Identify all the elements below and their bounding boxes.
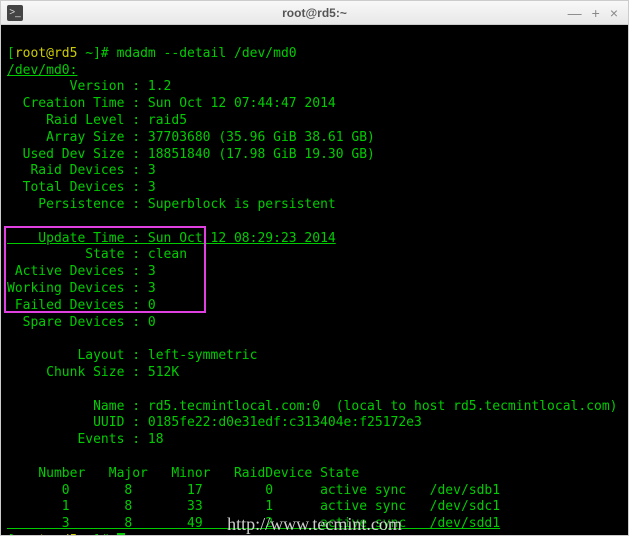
terminal-window: >_ root@rd5:~ — + × [root@rd5 ~]# mdadm … [0, 0, 629, 536]
cursor [117, 533, 125, 535]
table-row: 3 8 49 2 active sync /dev/sdd1 [7, 516, 500, 531]
row-rdev: Raid Devices : 3 [7, 163, 156, 178]
window-controls: — + × [568, 6, 628, 20]
row-fdev: Failed Devices : 0 [7, 298, 156, 313]
row-layout: Layout : left-symmetric [7, 348, 257, 363]
row-version: Version : 1.2 [7, 79, 171, 94]
row-events: Events : 18 [7, 432, 164, 447]
titlebar[interactable]: >_ root@rd5:~ — + × [1, 1, 628, 25]
row-chunk: Chunk Size : 512K [7, 365, 179, 380]
row-ctime: Creation Time : Sun Oct 12 07:44:47 2014 [7, 96, 336, 111]
device-header: /dev/md0: [7, 63, 77, 78]
row-asize: Array Size : 37703680 (35.96 GiB 38.61 G… [7, 130, 375, 145]
table-header: Number Major Minor RaidDevice State [7, 466, 359, 481]
prompt-line-2: [root@rd5 ~]# [7, 533, 125, 535]
row-sdev: Spare Devices : 0 [7, 315, 156, 330]
window-title: root@rd5:~ [1, 6, 628, 20]
maximize-button[interactable]: + [592, 6, 600, 20]
close-button[interactable]: × [610, 6, 618, 20]
row-level: Raid Level : raid5 [7, 113, 187, 128]
row-tdev: Total Devices : 3 [7, 180, 156, 195]
table-row: 0 8 17 0 active sync /dev/sdb1 [7, 483, 500, 498]
row-uuid: UUID : 0185fe22:d0e31edf:c313404e:f25172… [7, 415, 422, 430]
table-row: 1 8 33 1 active sync /dev/sdc1 [7, 499, 500, 514]
prompt-line: [root@rd5 ~]# mdadm --detail /dev/md0 [7, 46, 297, 61]
row-name: Name : rd5.tecmintlocal.com:0 (local to … [7, 399, 618, 414]
row-wdev: Working Devices : 3 [7, 281, 156, 296]
row-pers: Persistence : Superblock is persistent [7, 197, 336, 212]
row-adev: Active Devices : 3 [7, 264, 156, 279]
row-state: State : clean [7, 247, 195, 262]
terminal-icon: >_ [7, 5, 23, 21]
row-utime: Update Time : Sun Oct 12 08:29:23 2014 [7, 231, 336, 246]
minimize-button[interactable]: — [568, 6, 582, 20]
row-usize: Used Dev Size : 18851840 (17.98 GiB 19.3… [7, 147, 375, 162]
terminal-body[interactable]: [root@rd5 ~]# mdadm --detail /dev/md0 /d… [1, 25, 628, 535]
